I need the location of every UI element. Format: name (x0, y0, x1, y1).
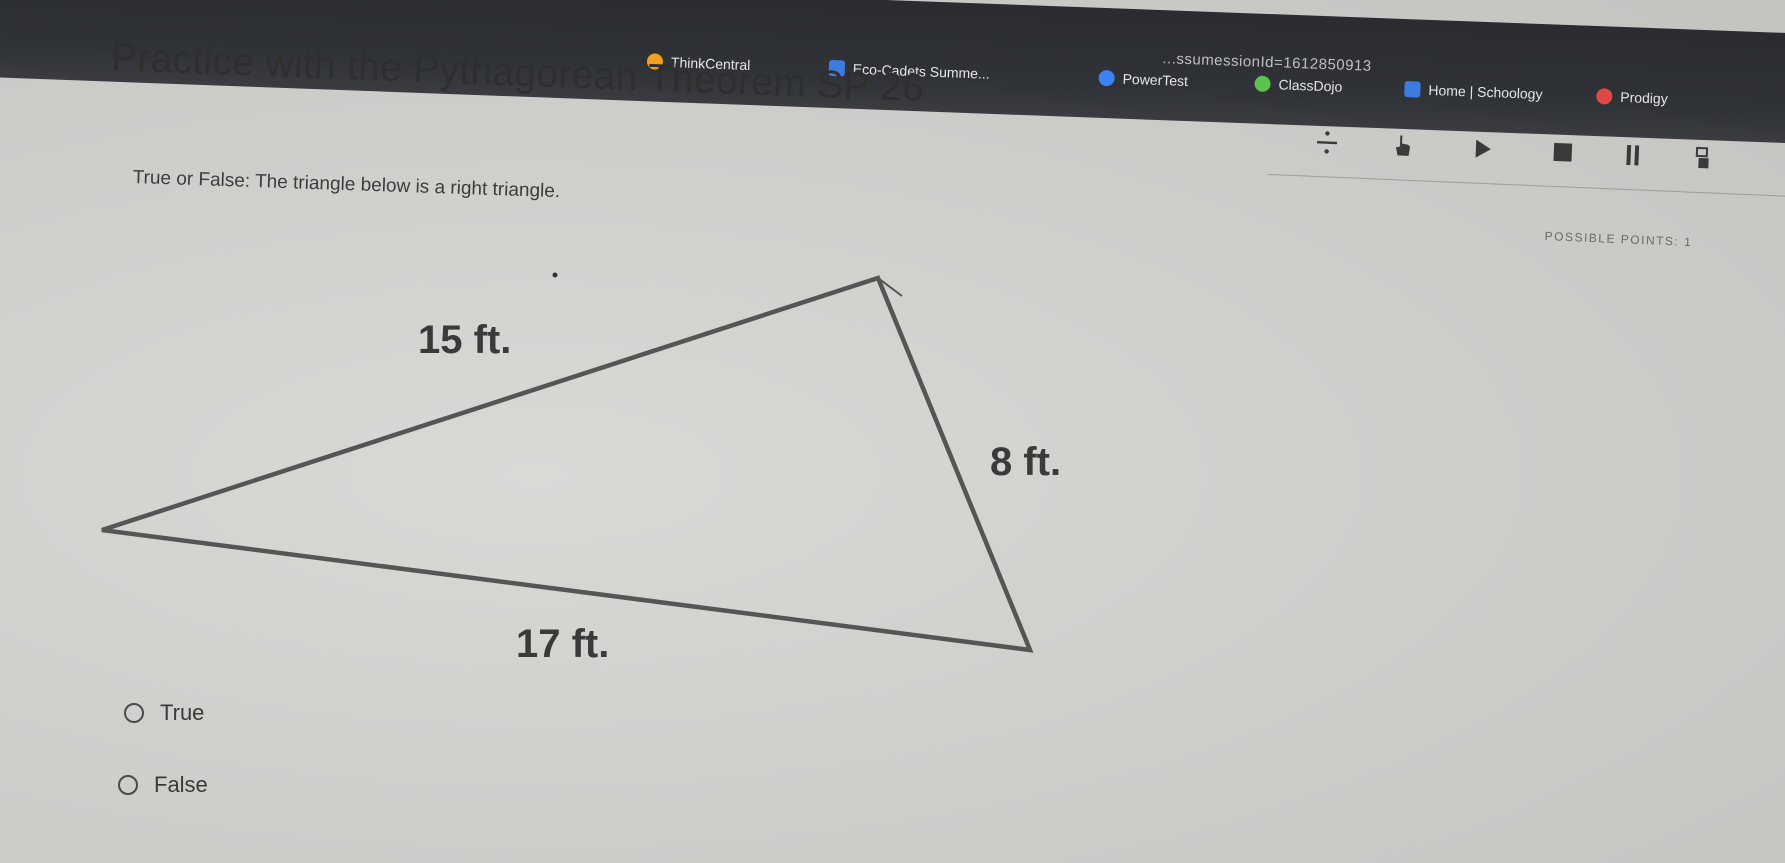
option-true[interactable]: True (124, 700, 204, 726)
option-false[interactable]: False (118, 772, 208, 798)
triangle-shape (101, 275, 1034, 653)
option-true-label: True (160, 700, 205, 725)
stray-mark (552, 272, 558, 278)
triangle-figure (101, 272, 1034, 653)
side-label-hypotenuse: 15 ft. (418, 318, 512, 362)
radio-false[interactable] (118, 775, 138, 795)
radio-true[interactable] (124, 703, 144, 723)
side-label-base: 17 ft. (516, 622, 610, 666)
screen: ...ssumessionId=1612850913 ThinkCentral … (0, 0, 1785, 863)
option-false-label: False (154, 772, 208, 797)
side-label-short: 8 ft. (990, 440, 1062, 484)
